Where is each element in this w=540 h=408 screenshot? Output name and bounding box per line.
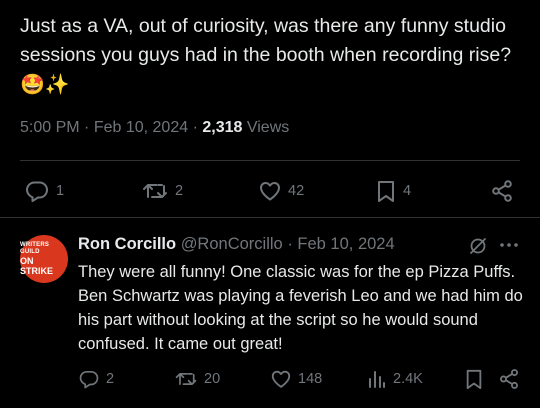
tweet-time[interactable]: 5:00 PM	[20, 119, 80, 136]
bookmark-count: 4	[403, 183, 412, 199]
views-label: Views	[246, 119, 290, 136]
share-icon	[492, 180, 512, 202]
tweet-actions: 1 2 42 4	[0, 170, 540, 210]
reply-like-button[interactable]: 148	[270, 368, 322, 390]
like-icon	[260, 182, 280, 201]
like-count: 42	[288, 183, 305, 199]
reply-views-button[interactable]: 2.4K	[367, 368, 423, 390]
like-button[interactable]: 42	[258, 179, 304, 203]
share-icon	[500, 369, 518, 389]
emoji: 🤩✨	[20, 72, 70, 96]
more-icon[interactable]	[498, 235, 520, 255]
reply-icon	[79, 370, 99, 389]
bookmark-icon	[378, 181, 394, 202]
reply-text: They were all funny! One classic was for…	[78, 263, 523, 353]
reply-header: Ron Corcillo @RonCorcillo · Feb 10, 2024	[78, 235, 395, 253]
share-button[interactable]	[490, 179, 514, 203]
author-handle[interactable]: @RonCorcillo	[181, 235, 283, 253]
views-count: 2,318	[202, 119, 243, 136]
tweet-meta: 5:00 PM · Feb 10, 2024 · 2,318 Views	[20, 119, 290, 136]
repost-icon	[175, 373, 197, 385]
reply-button[interactable]: 1	[24, 179, 64, 203]
bookmark-icon	[466, 369, 482, 389]
author-name[interactable]: Ron Corcillo	[78, 235, 176, 253]
grok-icon[interactable]	[468, 236, 488, 256]
divider-bottom	[0, 217, 540, 218]
main-tweet: Just as a VA, out of curiosity, was ther…	[0, 0, 540, 218]
reply-actions: 2 20 148 2.4K	[0, 367, 540, 397]
avatar[interactable]: WRITERS GUILD ON STRIKE	[20, 235, 68, 283]
reply-tweet[interactable]: WRITERS GUILD ON STRIKE Ron Corcillo @Ro…	[0, 219, 540, 408]
divider-top	[20, 160, 520, 161]
reply-count: 1	[56, 183, 65, 199]
tweet-text: Just as a VA, out of curiosity, was ther…	[20, 12, 520, 99]
reply-repost-button[interactable]: 20	[174, 368, 220, 390]
reply-reply-count: 2	[106, 371, 115, 387]
reply-bookmark-button[interactable]	[464, 368, 484, 390]
tweet-date[interactable]: Feb 10, 2024	[94, 119, 188, 136]
bookmark-button[interactable]: 4	[375, 179, 411, 203]
like-icon	[271, 370, 291, 388]
repost-count: 2	[175, 183, 184, 199]
repost-icon	[143, 184, 167, 198]
reply-icon	[26, 181, 48, 203]
reply-views-count: 2.4K	[393, 371, 423, 387]
reply-reply-button[interactable]: 2	[78, 368, 114, 390]
avatar-text-top: WRITERS GUILD	[20, 242, 50, 255]
reply-date[interactable]: Feb 10, 2024	[297, 235, 394, 253]
reply-like-count: 148	[298, 371, 323, 387]
views-icon	[369, 371, 385, 388]
reply-share-button[interactable]	[498, 368, 520, 390]
avatar-text-bottom: ON STRIKE	[20, 256, 54, 276]
repost-button[interactable]: 2	[141, 179, 183, 203]
reply-repost-count: 20	[204, 371, 221, 387]
